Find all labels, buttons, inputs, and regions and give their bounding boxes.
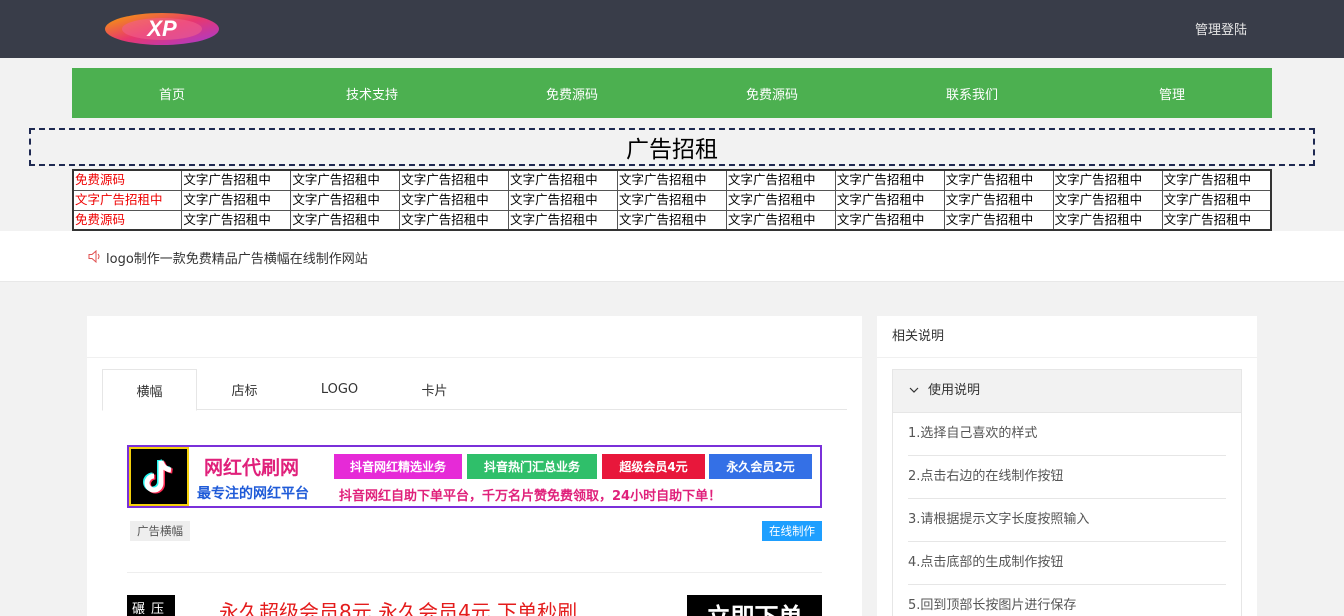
list-item: 2.点击右边的在线制作按钮 [908,456,1226,499]
instructions-title: 相关说明 [877,316,1257,358]
text-ad-cell[interactable]: 文字广告招租中 [834,189,945,211]
text-ad-cell[interactable]: 文字广告招租中 [181,189,292,211]
make-online-button[interactable]: 在线制作 [762,521,822,541]
steps-list: 1.选择自己喜欢的样式 2.点击右边的在线制作按钮 3.请根据提示文字长度按照输… [893,413,1241,616]
speaker-icon [88,250,100,263]
nav-item-tech-support[interactable]: 技术支持 [272,68,472,118]
text-ad-cell[interactable]: 文字广告招租中 [290,169,401,191]
text-ad-cell[interactable]: 文字广告招租中 [943,209,1054,231]
collapse-header[interactable]: 使用说明 [893,370,1241,413]
text-ad-cell[interactable]: 文字广告招租中 [181,169,292,191]
text-ad-cell[interactable]: 免费源码 [72,169,183,191]
notice-bar: logo制作一款免费精品广告横幅在线制作网站 [0,231,1344,282]
text-ad-cell[interactable]: 文字广告招租中 [1052,209,1163,231]
divider [127,572,822,573]
text-ad-cell[interactable]: 文字广告招租中 [399,189,510,211]
list-item: 5.回到顶部长按图片进行保存 [908,585,1226,616]
table-row: 文字广告招租中 文字广告招租中 文字广告招租中 文字广告招租中 文字广告招租中 文字广告招… [72,189,1272,211]
tab-banner[interactable]: 横幅 [102,369,197,411]
text-ad-cell[interactable]: 文字广告招租中 [508,169,619,191]
collapse-title: 使用说明 [928,383,981,398]
text-ad-cell[interactable]: 文字广告招租中 [725,169,836,191]
text-ad-cell[interactable]: 文字广告招租中 [399,169,510,191]
banner-pill-3: 超级会员4元 [602,454,705,479]
banner-pill-1: 抖音网红精选业务 [334,454,462,479]
category-tag: 广告横幅 [130,521,190,541]
logo-text: XP [145,16,177,41]
banner-pill-2: 抖音热门汇总业务 [467,454,597,479]
text-ad-cell[interactable]: 文字广告招租中 [617,169,727,191]
top-bar: XP 管理登陆 [0,0,1344,58]
text-ad-cell[interactable]: 文字广告招租中 [943,189,1054,211]
banner-title: 网红代刷网 [204,457,300,479]
template-tabs: 横幅 店标 LOGO 卡片 [102,369,847,411]
text-ad-cell[interactable]: 文字广告招租中 [617,209,727,231]
banner-preview-1[interactable]: 网红代刷网 最专注的网红平台 抖音网红精选业务 抖音热门汇总业务 超级会员4元 … [127,445,822,508]
text-ad-cell[interactable]: 文字广告招租中 [72,189,183,211]
text-ad-cell[interactable]: 文字广告招租中 [725,209,836,231]
instructions-card: 相关说明 使用说明 1.选择自己喜欢的样式 2.点击右边的在线制作按钮 3.请根… [877,316,1257,616]
text-ad-cell[interactable]: 文字广告招租中 [290,209,401,231]
tiktok-logo [129,447,189,506]
notice-text[interactable]: logo制作一款免费精品广告横幅在线制作网站 [106,248,368,267]
table-row: 免费源码 文字广告招租中 文字广告招租中 文字广告招租中 文字广告招租中 文字广告招租中文… [72,169,1272,191]
text-ad-cell[interactable]: 文字广告招租中 [1161,189,1272,211]
banner-pill-4: 永久会员2元 [709,454,812,479]
template-card: 横幅 店标 LOGO 卡片 网红代刷网 最专注的网红平台 抖音网红精选业务 抖音… [87,316,862,616]
text-ad-cell[interactable]: 文字广告招租中 [508,189,619,211]
text-ad-cell[interactable]: 文字广告招租中 [834,169,945,191]
text-ad-cell[interactable]: 文字广告招租中 [1052,189,1163,211]
banner2-right-block: 立即下单 [687,595,822,616]
list-item: 3.请根据提示文字长度按照输入 [908,499,1226,542]
tab-shop-logo[interactable]: 店标 [197,369,292,410]
tiktok-icon [143,459,173,494]
main-nav: 首页 技术支持 免费源码 免费源码 联系我们 管理 [72,68,1272,118]
site-logo[interactable]: XP [102,9,222,49]
admin-login-link[interactable]: 管理登陆 [1195,19,1247,38]
card-header [87,316,862,358]
table-row: 免费源码 文字广告招租中 文字广告招租中 文字广告招租中 文字广告招租中 文字广告招租中文… [72,209,1272,231]
banner-subtitle: 最专注的网红平台 [197,486,309,502]
banner2-text[interactable]: 永久超级会员8元 永久会员4元 下单秒刷 [219,596,577,616]
tab-logo[interactable]: LOGO [292,369,387,410]
chevron-down-icon [909,387,919,393]
instructions-collapse: 使用说明 1.选择自己喜欢的样式 2.点击右边的在线制作按钮 3.请根据提示文字… [892,369,1242,616]
text-ad-cell[interactable]: 文字广告招租中 [725,189,836,211]
tab-card[interactable]: 卡片 [387,369,482,410]
text-ad-cell[interactable]: 文字广告招租中 [943,169,1054,191]
nav-item-free-source[interactable]: 免费源码 [472,68,672,118]
text-ad-cell[interactable]: 文字广告招租中 [1161,209,1272,231]
text-ad-cell[interactable]: 免费源码 [72,209,183,231]
text-ad-cell[interactable]: 文字广告招租中 [181,209,292,231]
list-item: 4.点击底部的生成制作按钮 [908,542,1226,585]
nav-item-contact[interactable]: 联系我们 [872,68,1072,118]
text-ad-cell[interactable]: 文字广告招租中 [1161,169,1272,191]
text-ad-cell[interactable]: 文字广告招租中 [834,209,945,231]
text-ad-cell[interactable]: 文字广告招租中 [399,209,510,231]
nav-item-free-source-2[interactable]: 免费源码 [672,68,872,118]
text-ad-table: 免费源码 文字广告招租中 文字广告招租中 文字广告招租中 文字广告招租中 文字广告招租中文… [72,169,1272,231]
text-ad-cell[interactable]: 文字广告招租中 [508,209,619,231]
text-ad-cell[interactable]: 文字广告招租中 [1052,169,1163,191]
nav-item-home[interactable]: 首页 [72,68,272,118]
banner-description: 抖音网红自助下单平台，千万名片赞免费领取，24小时自助下单！ [339,489,722,504]
ad-banner[interactable]: 广告招租 [29,128,1315,166]
nav-item-admin[interactable]: 管理 [1072,68,1272,118]
banner2-left-block: 碾压 [127,595,175,616]
text-ad-cell[interactable]: 文字广告招租中 [290,189,401,211]
list-item: 1.选择自己喜欢的样式 [908,413,1226,456]
text-ad-cell[interactable]: 文字广告招租中 [617,189,727,211]
